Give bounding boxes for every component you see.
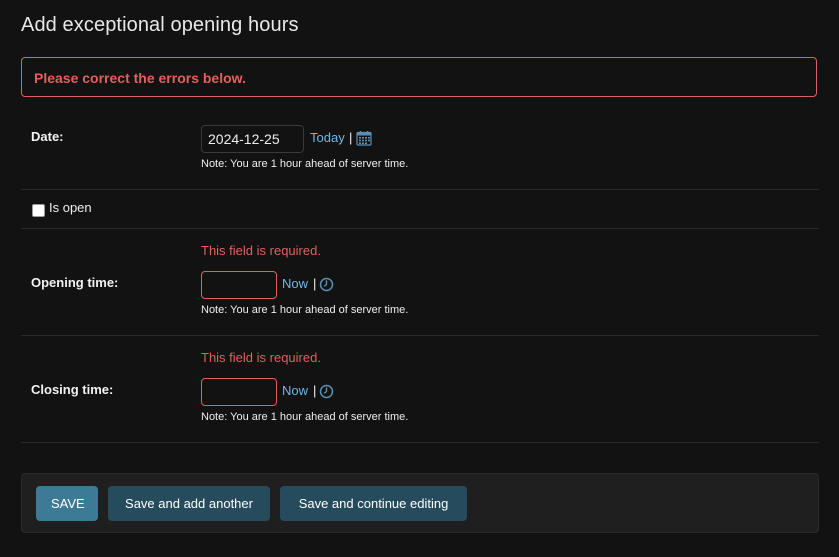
opening-time-input[interactable]: [201, 271, 277, 299]
opening-time-label: Opening time:: [31, 275, 119, 290]
closing-time-help-text: Note: You are 1 hour ahead of server tim…: [201, 411, 409, 423]
today-shortcut-link[interactable]: Today: [310, 130, 345, 145]
shortcut-separator: |: [313, 276, 317, 291]
form-row-opening-time: This field is required. Opening time: No…: [21, 229, 819, 336]
form-row-is-open: Is open: [21, 190, 819, 229]
clock-icon[interactable]: [319, 384, 334, 404]
opening-time-help-text: Note: You are 1 hour ahead of server tim…: [201, 304, 409, 316]
closing-now-shortcut-link[interactable]: Now: [282, 383, 308, 398]
opening-now-shortcut-link[interactable]: Now: [282, 276, 308, 291]
date-help-text: Note: You are 1 hour ahead of server tim…: [201, 158, 409, 170]
submit-row: SAVE Save and add another Save and conti…: [21, 473, 819, 533]
calendar-icon[interactable]: [356, 130, 372, 151]
page-title: Add exceptional opening hours: [21, 14, 299, 36]
is-open-label[interactable]: Is open: [49, 200, 92, 215]
form-row-date: Date: Today | Note: You are 1 hour ahead…: [21, 112, 819, 190]
clock-icon[interactable]: [319, 277, 334, 297]
save-and-add-another-button[interactable]: Save and add another: [108, 486, 270, 521]
closing-time-input[interactable]: [201, 378, 277, 406]
admin-add-form-page: Add exceptional opening hours Please cor…: [0, 0, 839, 557]
date-label: Date:: [31, 129, 64, 144]
save-and-continue-button[interactable]: Save and continue editing: [280, 486, 467, 521]
save-button[interactable]: SAVE: [36, 486, 98, 521]
shortcut-separator: |: [313, 383, 317, 398]
error-note: Please correct the errors below.: [21, 57, 817, 97]
closing-time-label: Closing time:: [31, 382, 114, 397]
shortcut-separator: |: [349, 130, 353, 145]
is-open-checkbox[interactable]: [32, 204, 45, 217]
date-input[interactable]: [201, 125, 304, 153]
closing-time-error: This field is required.: [201, 350, 321, 365]
form-row-closing-time: This field is required. Closing time: No…: [21, 336, 819, 443]
opening-time-error: This field is required.: [201, 243, 321, 258]
